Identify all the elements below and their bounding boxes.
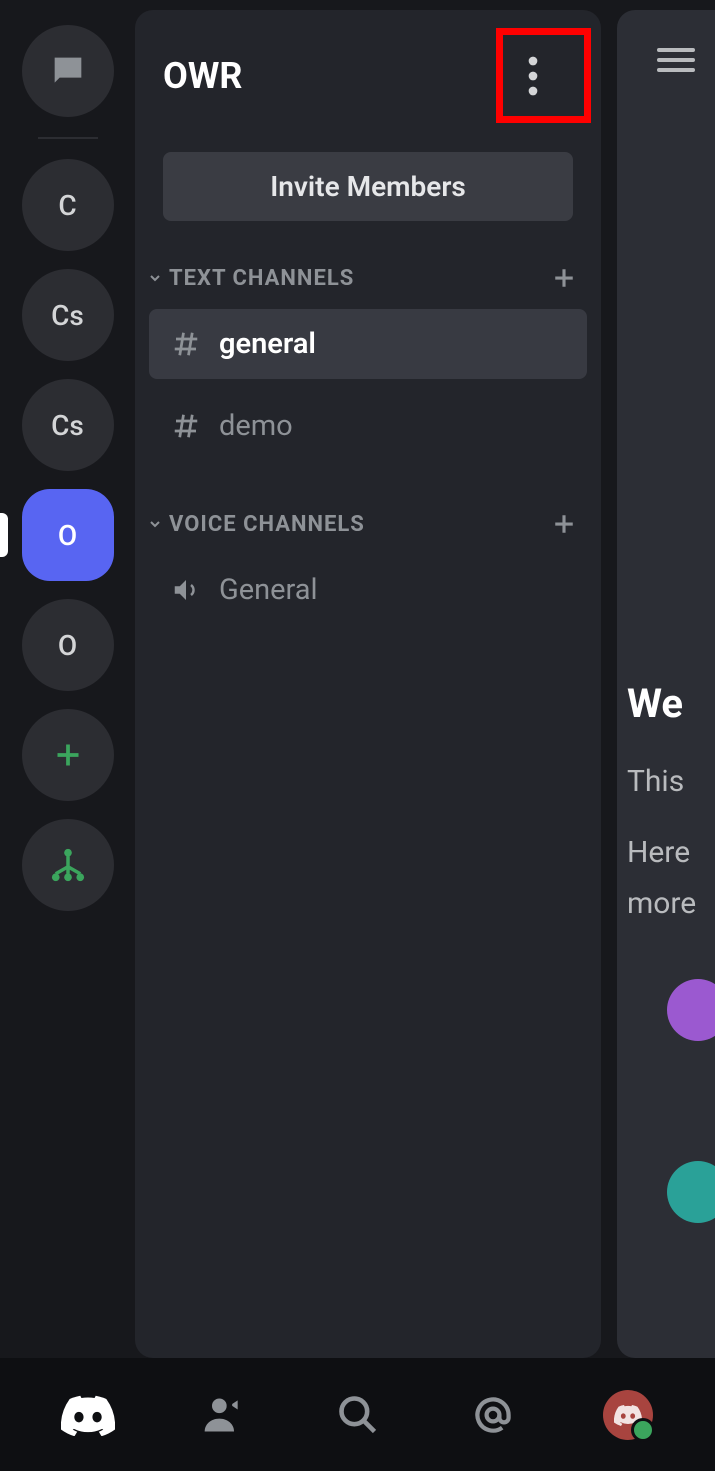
welcome-line: more [627,878,715,929]
chat-bubble-icon [46,51,90,91]
channel-name: demo [219,409,293,443]
welcome-line: This [627,756,715,807]
server-header[interactable]: OWR [135,10,601,140]
welcome-heading: We [627,670,715,738]
bottom-nav [0,1358,715,1471]
discord-logo-icon [61,1394,115,1436]
chevron-down-icon [147,516,163,532]
plus-icon [549,263,579,293]
user-avatar [603,1390,653,1440]
category-voice-channels[interactable]: VOICE CHANNELS [135,497,601,549]
at-icon [471,1393,515,1437]
channel-name: general [219,327,316,361]
hash-icon [171,411,201,441]
guild-divider [38,137,98,139]
discord-logo-icon [614,1404,642,1426]
nav-friends[interactable] [193,1385,253,1445]
welcome-line: Here [627,827,715,878]
category-label: TEXT CHANNELS [169,266,354,291]
onboarding-card-icon[interactable] [667,1161,715,1223]
guild-item[interactable]: Cs [22,379,114,471]
plus-icon [549,509,579,539]
channel-name: General [219,573,318,607]
chat-panel: We This Here more [617,10,715,1358]
guild-item[interactable]: Cs [22,269,114,361]
category-text-channels[interactable]: TEXT CHANNELS [135,251,601,303]
chevron-down-icon [147,270,163,286]
hash-icon [171,329,201,359]
server-discovery-button[interactable] [22,819,114,911]
members-list-button[interactable] [657,48,695,72]
nav-mentions[interactable] [463,1385,523,1445]
guild-item[interactable]: O [22,599,114,691]
add-server-button[interactable] [22,709,114,801]
nav-search[interactable] [328,1385,388,1445]
guild-sidebar: C Cs Cs O O [0,0,135,1358]
add-text-channel-button[interactable] [549,263,579,293]
search-icon [336,1393,380,1437]
speaker-icon [171,575,201,605]
category-label: VOICE CHANNELS [169,512,365,537]
text-channel-demo[interactable]: demo [149,391,587,461]
server-options-button[interactable] [493,36,573,116]
onboarding-card-icon[interactable] [667,979,715,1041]
plus-icon [50,737,86,773]
invite-members-button[interactable]: Invite Members [163,152,573,221]
guild-item[interactable]: C [22,159,114,251]
direct-messages-button[interactable] [22,25,114,117]
more-vertical-icon [528,54,538,98]
nav-profile[interactable] [598,1385,658,1445]
add-voice-channel-button[interactable] [549,509,579,539]
guild-item-active[interactable]: O [22,489,114,581]
hub-icon [47,844,89,886]
server-name: OWR [163,55,242,97]
chat-content: We This Here more [617,110,715,1358]
nav-home[interactable] [58,1385,118,1445]
chat-header [617,10,715,110]
text-channel-general[interactable]: general [149,309,587,379]
friends-icon [201,1393,245,1437]
voice-channel-general[interactable]: General [149,555,587,625]
channel-panel: OWR Invite Members TEXT CHANNELS [135,10,601,1358]
